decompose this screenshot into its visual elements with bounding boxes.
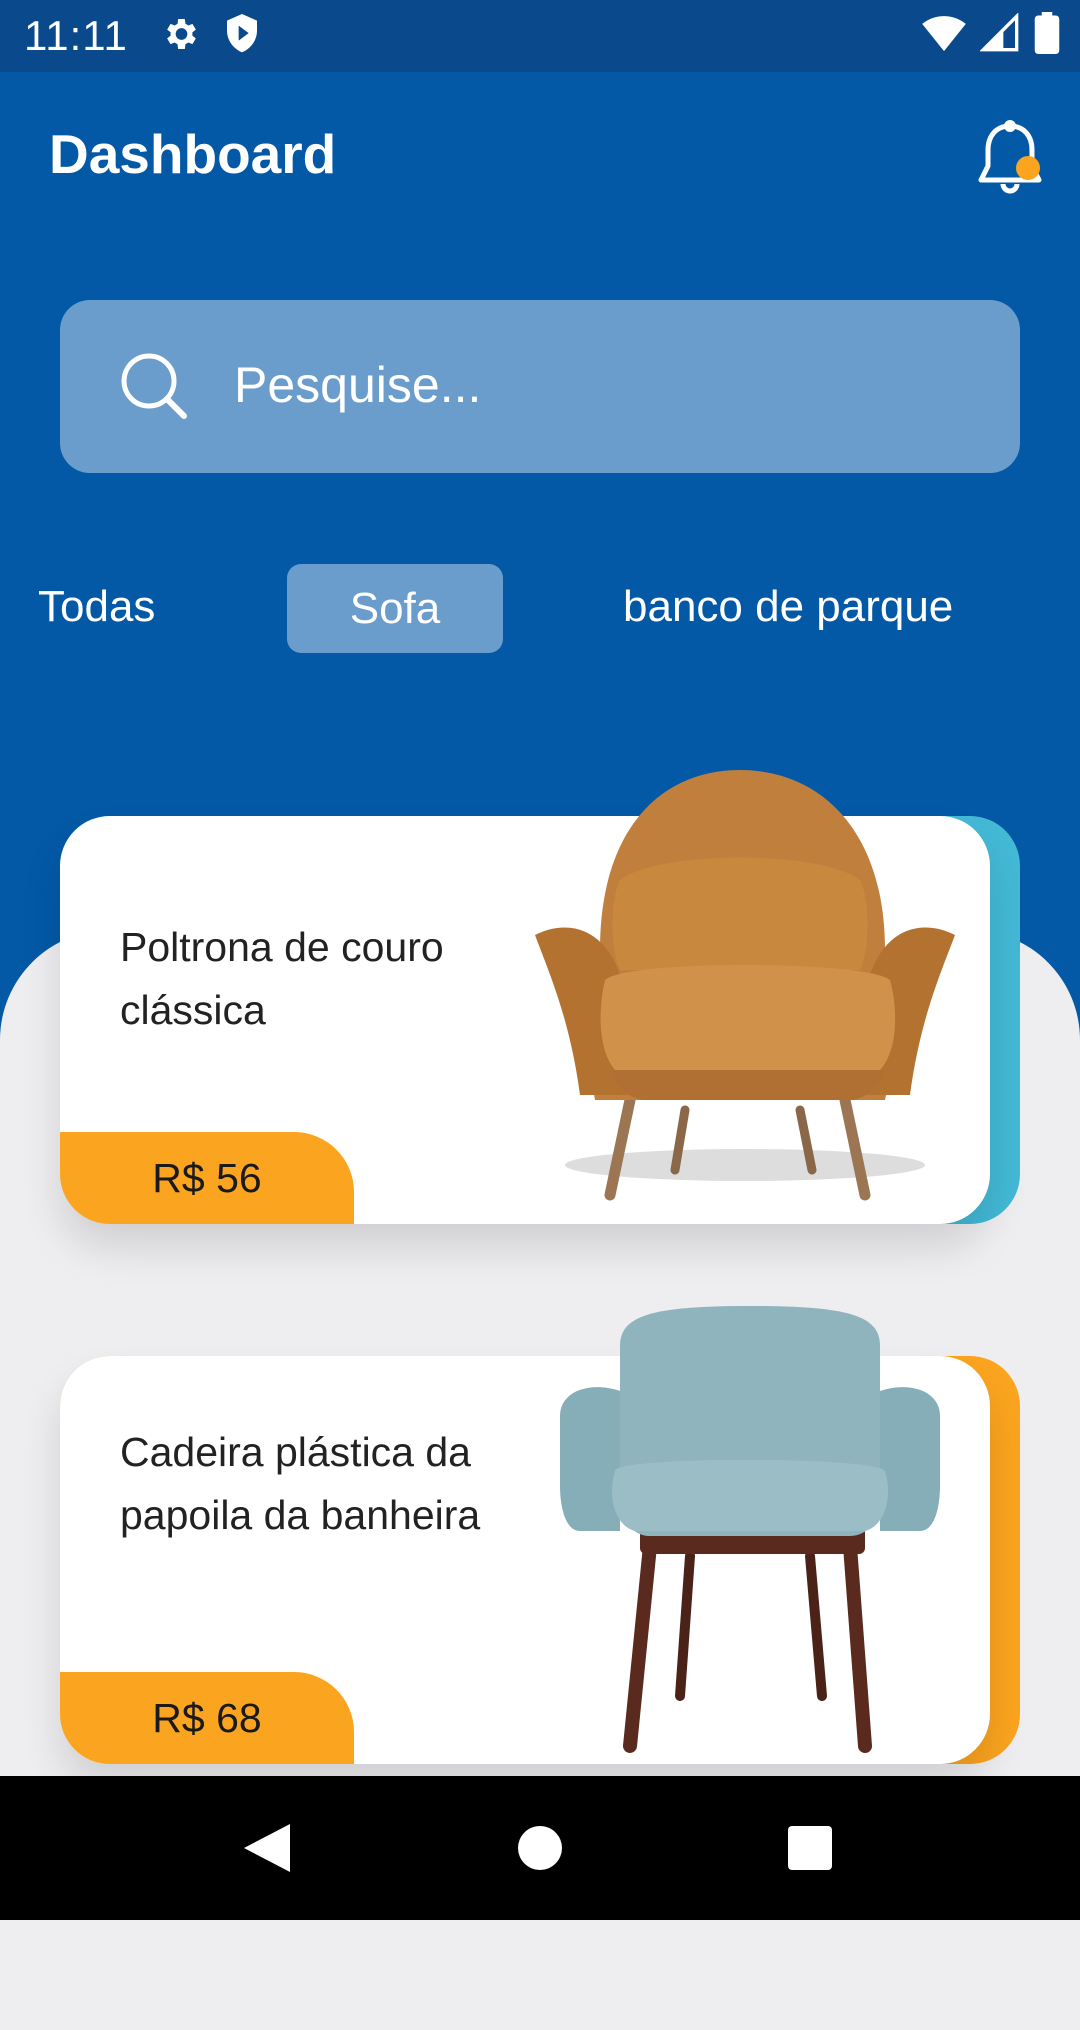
product-title: Cadeira plástica da papoila da banheira (120, 1429, 481, 1538)
back-icon[interactable] (240, 1820, 296, 1876)
system-navigation-bar (0, 1776, 1080, 1920)
product-card[interactable]: Poltrona de couro clássica R$ 56 (60, 770, 1020, 1224)
product-title: Poltrona de couro clássica (120, 924, 444, 1033)
search-input[interactable]: Pesquise... (234, 356, 481, 414)
notification-bell-icon[interactable] (975, 118, 1045, 198)
category-banco-de-parque[interactable]: banco de parque (623, 582, 953, 632)
armchair-image (535, 770, 955, 1201)
product-card[interactable]: Cadeira plástica da papoila da banheira … (60, 1306, 1020, 1764)
wifi-icon (922, 16, 966, 52)
battery-icon (1034, 12, 1060, 54)
page-title: Dashboard (49, 123, 337, 185)
status-time: 11:11 (24, 12, 128, 59)
price-badge: R$ 68 (60, 1672, 354, 1764)
notification-dot (1016, 156, 1040, 180)
category-sofa[interactable]: Sofa (287, 564, 503, 653)
settings-icon (167, 19, 196, 49)
recent-apps-icon[interactable] (786, 1820, 834, 1876)
chair-image (560, 1306, 940, 1753)
signal-icon (980, 13, 1019, 52)
status-bar: 11:11 (0, 0, 1080, 72)
search-bar[interactable]: Pesquise... (60, 300, 1020, 473)
search-icon (121, 353, 187, 419)
shield-icon (227, 14, 257, 53)
home-icon[interactable] (517, 1820, 563, 1876)
category-todas[interactable]: Todas (38, 582, 155, 632)
price-badge: R$ 56 (60, 1132, 354, 1224)
